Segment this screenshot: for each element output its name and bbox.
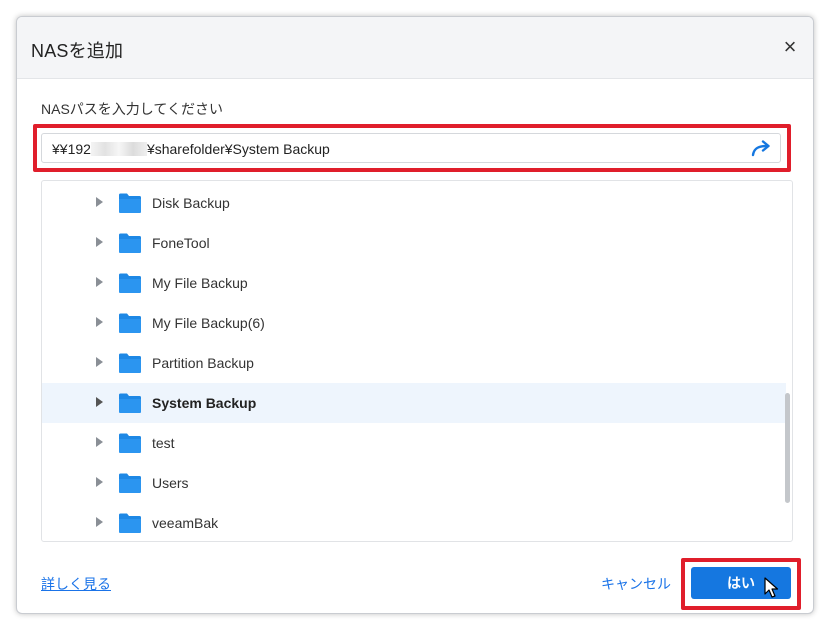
chevron-right-icon[interactable]	[96, 197, 103, 207]
path-prefix: ¥¥192	[52, 141, 91, 157]
folder-icon	[119, 473, 141, 493]
chevron-right-icon[interactable]	[96, 477, 103, 487]
chevron-right-icon[interactable]	[96, 357, 103, 367]
chevron-right-icon[interactable]	[96, 237, 103, 247]
cancel-button[interactable]: キャンセル	[601, 574, 671, 594]
tree-item[interactable]: Users	[42, 463, 786, 503]
folder-icon	[119, 513, 141, 533]
nas-path-value: ¥¥192 ¥sharefolder¥System Backup	[52, 141, 330, 157]
redacted-ip	[90, 142, 147, 156]
tree-item[interactable]: My File Backup	[42, 263, 786, 303]
tree-item[interactable]: FoneTool	[42, 223, 786, 263]
tree-item-label: FoneTool	[152, 235, 210, 251]
folder-icon	[119, 353, 141, 373]
tree-scrollbar[interactable]	[785, 393, 790, 503]
folder-icon	[119, 233, 141, 253]
folder-icon	[119, 273, 141, 293]
folder-tree: Disk Backup FoneTool My File Backup My File…	[41, 180, 793, 542]
tree-item-label: Users	[152, 475, 189, 491]
folder-icon	[119, 193, 141, 213]
tree-item-label: My File Backup(6)	[152, 315, 265, 331]
nas-path-input[interactable]: ¥¥192 ¥sharefolder¥System Backup	[41, 133, 781, 163]
redo-arrow-icon[interactable]	[750, 139, 772, 159]
tree-item[interactable]: Partition Backup	[42, 343, 786, 383]
nas-path-label: NASパスを入力してください	[41, 101, 223, 117]
folder-icon	[119, 313, 141, 333]
chevron-right-icon[interactable]	[96, 437, 103, 447]
chevron-right-icon[interactable]	[96, 517, 103, 527]
tree-item-label: Partition Backup	[152, 355, 254, 371]
tree-item-label: test	[152, 435, 175, 451]
chevron-right-icon[interactable]	[96, 397, 103, 407]
mouse-cursor-icon	[764, 577, 779, 598]
tree-item[interactable]: System Backup	[42, 383, 786, 423]
tree-item-label: veeamBak	[152, 515, 219, 531]
learn-more-link[interactable]: 詳しく見る	[41, 574, 111, 594]
folder-icon	[119, 433, 141, 453]
dialog-title: NASを追加	[31, 41, 124, 61]
folder-icon	[119, 393, 141, 413]
chevron-right-icon[interactable]	[96, 317, 103, 327]
tree-item[interactable]: veeamBak	[42, 503, 786, 541]
tree-item-label: Disk Backup	[152, 195, 230, 211]
dialog-titlebar: NASを追加 ×	[17, 17, 813, 79]
tree-item[interactable]: test	[42, 423, 786, 463]
add-nas-dialog: NASを追加 × NASパスを入力してください ¥¥192 ¥sharefolde…	[16, 16, 814, 614]
tree-item[interactable]: Disk Backup	[42, 183, 786, 223]
path-suffix: ¥sharefolder¥System Backup	[146, 141, 330, 157]
tree-item-label: My File Backup	[152, 275, 248, 291]
tree-item-label: System Backup	[152, 395, 257, 411]
tree-item[interactable]: My File Backup(6)	[42, 303, 786, 343]
chevron-right-icon[interactable]	[96, 277, 103, 287]
close-icon[interactable]: ×	[779, 36, 801, 59]
